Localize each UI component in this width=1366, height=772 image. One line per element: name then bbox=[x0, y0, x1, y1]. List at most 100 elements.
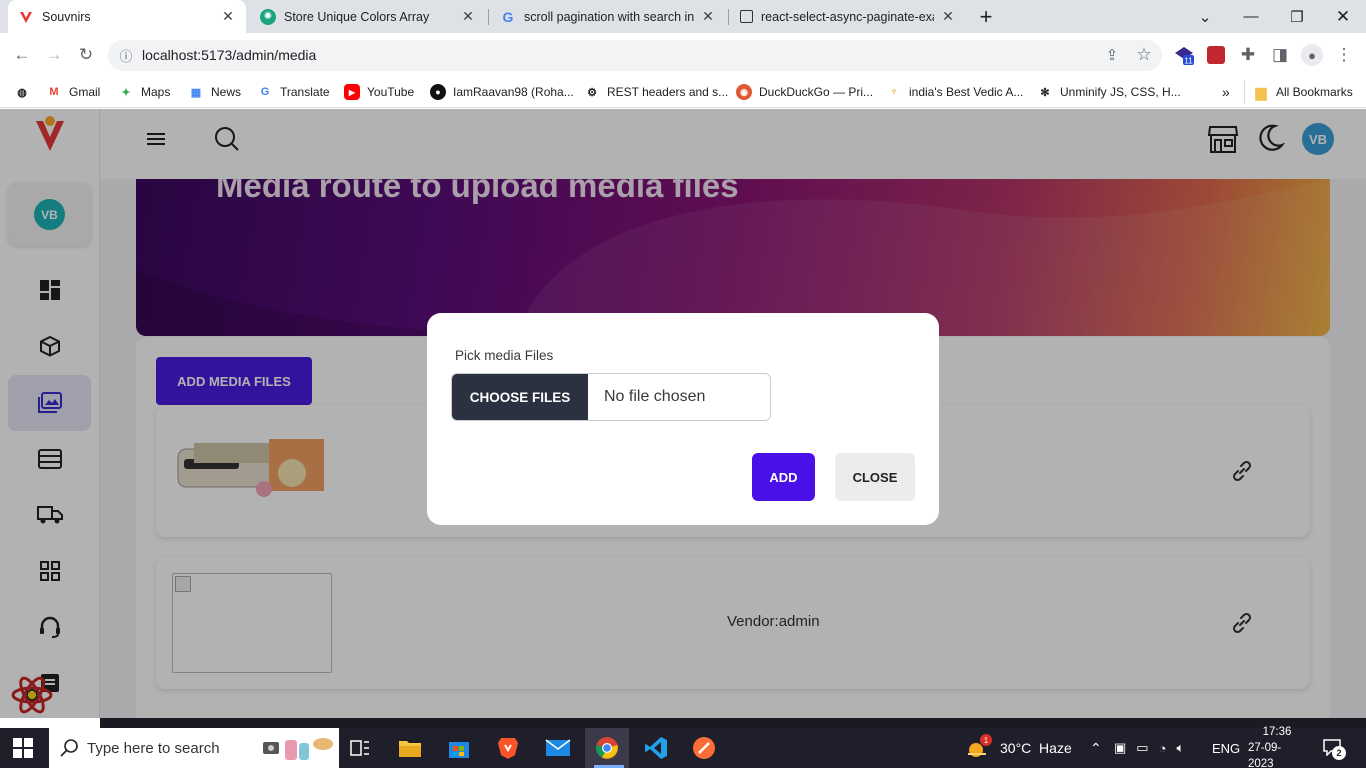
clock[interactable]: 17:36 27-09-2023 bbox=[1248, 726, 1306, 770]
bookmark-label: Maps bbox=[141, 85, 171, 99]
google-favicon-icon: G bbox=[502, 8, 514, 25]
bookmark-label: REST headers and s... bbox=[607, 85, 729, 99]
bookmark-unminify[interactable]: ✻ Unminify JS, CSS, H... bbox=[1037, 82, 1181, 102]
notification-icon: 2 bbox=[1322, 738, 1346, 760]
bookmark-label: YouTube bbox=[367, 85, 415, 99]
tab-souvnirs[interactable]: Souvnirs ✕ bbox=[8, 0, 246, 33]
bookmark-divider bbox=[1244, 80, 1245, 104]
bookmark-translate[interactable]: G Translate bbox=[257, 82, 330, 102]
souvnirs-favicon-icon bbox=[18, 9, 34, 25]
bookmark-label: All Bookmarks bbox=[1276, 85, 1353, 99]
minimize-icon[interactable]: — bbox=[1228, 0, 1274, 33]
clock-time: 17:36 bbox=[1262, 726, 1292, 738]
close-icon[interactable]: ✕ bbox=[940, 8, 956, 25]
chrome-icon[interactable] bbox=[587, 732, 627, 764]
back-icon[interactable]: ← bbox=[8, 41, 36, 69]
reload-icon[interactable]: ↻ bbox=[72, 41, 100, 69]
apps-shortcut[interactable]: ◍ bbox=[14, 82, 37, 102]
close-icon[interactable]: ✕ bbox=[220, 8, 236, 25]
duckduckgo-icon: ◉ bbox=[736, 84, 752, 100]
clock-date: 27-09-2023 bbox=[1248, 742, 1282, 770]
bookmark-youtube[interactable]: ▶ YouTube bbox=[344, 82, 414, 102]
site-info-icon[interactable]: ⓘ bbox=[112, 41, 140, 69]
bookmark-maps[interactable]: ✦ Maps bbox=[118, 82, 170, 102]
bookmark-rest[interactable]: ⚙ REST headers and s... bbox=[584, 82, 728, 102]
github-icon: ● bbox=[430, 84, 446, 100]
notification-count: 2 bbox=[1332, 746, 1346, 760]
taskbar-search-box[interactable]: Type here to search bbox=[49, 728, 339, 768]
tab-separator bbox=[728, 9, 729, 25]
page-favicon-icon bbox=[740, 10, 753, 23]
file-input[interactable]: CHOOSE FILES No file chosen bbox=[451, 373, 771, 421]
brave-browser-icon[interactable] bbox=[488, 732, 528, 764]
bookmark-label: Translate bbox=[280, 85, 330, 99]
task-view-icon[interactable] bbox=[340, 732, 380, 764]
bookmark-label: IamRaavan98 (Roha... bbox=[453, 85, 574, 99]
close-icon[interactable]: ✕ bbox=[460, 8, 476, 25]
tab-separator bbox=[488, 9, 489, 25]
windows-start-icon[interactable] bbox=[12, 737, 34, 764]
globe-icon: ◍ bbox=[17, 86, 27, 99]
weather-text: 30°C Haze bbox=[1000, 740, 1072, 756]
meet-now-icon: ▣ bbox=[1114, 740, 1127, 755]
forward-icon[interactable]: → bbox=[40, 41, 68, 69]
weather-sun-icon: 1 bbox=[966, 734, 992, 758]
mail-icon[interactable] bbox=[538, 732, 578, 764]
bookmark-github[interactable]: ● IamRaavan98 (Roha... bbox=[430, 82, 574, 102]
tab-search-icon[interactable]: ⌄ bbox=[1182, 0, 1228, 33]
extensions-puzzle-icon[interactable]: ✚ bbox=[1234, 41, 1262, 69]
close-icon[interactable]: ✕ bbox=[700, 8, 716, 25]
weather-widget[interactable]: 1 30°C Haze bbox=[966, 728, 1072, 768]
notifications-button[interactable]: 2 bbox=[1322, 728, 1346, 768]
choose-files-button[interactable]: CHOOSE FILES bbox=[452, 374, 588, 420]
bookmark-gmail[interactable]: M Gmail bbox=[46, 82, 100, 102]
system-tray-icons[interactable]: ▣ ▭ ◔ 🔈︎ bbox=[1114, 728, 1184, 768]
share-icon[interactable]: ⇪ bbox=[1098, 41, 1126, 69]
bookmark-label: Gmail bbox=[69, 85, 101, 99]
profile-icon[interactable]: ● bbox=[1298, 41, 1326, 69]
wifi-icon: ◔ bbox=[1158, 740, 1167, 756]
restore-icon[interactable]: ❐ bbox=[1274, 0, 1320, 33]
bookmark-duckduckgo[interactable]: ◉ DuckDuckGo — Pri... bbox=[736, 82, 873, 102]
window-close-icon[interactable]: ✕ bbox=[1320, 0, 1366, 33]
volume-icon: 🔈︎ bbox=[1176, 740, 1185, 755]
more-bookmarks-button[interactable]: » bbox=[1222, 82, 1230, 102]
bookmark-news[interactable]: ▦ News bbox=[188, 82, 241, 102]
bookmark-label: Unminify JS, CSS, H... bbox=[1060, 85, 1181, 99]
search-icon bbox=[59, 738, 79, 763]
bookmark-vedic[interactable]: ♆ india's Best Vedic A... bbox=[886, 82, 1023, 102]
search-placeholder: Type here to search bbox=[87, 739, 220, 757]
news-icon: ▦ bbox=[190, 86, 202, 99]
battery-icon: ▭ bbox=[1136, 740, 1149, 755]
file-explorer-icon[interactable] bbox=[390, 732, 430, 764]
vscode-icon[interactable] bbox=[636, 732, 676, 764]
rest-icon: ⚙ bbox=[587, 86, 597, 99]
tab-scroll-pagination[interactable]: G scroll pagination with search in r ✕ bbox=[490, 0, 726, 33]
show-hidden-icons[interactable]: ⌃ bbox=[1090, 728, 1102, 768]
upload-modal: Pick media Files CHOOSE FILES No file ch… bbox=[427, 313, 939, 525]
new-tab-button[interactable]: + bbox=[964, 0, 1008, 33]
bookmark-star-icon[interactable]: ☆ bbox=[1130, 41, 1158, 69]
tab-store-unique-colors[interactable]: ✺ Store Unique Colors Array ✕ bbox=[250, 0, 486, 33]
extension-icon[interactable]: 11 bbox=[1170, 41, 1198, 69]
bookmark-label: india's Best Vedic A... bbox=[909, 85, 1024, 99]
close-button[interactable]: CLOSE bbox=[835, 453, 915, 501]
side-panel-icon[interactable]: ◨ bbox=[1266, 41, 1294, 69]
weather-alert-badge: 1 bbox=[980, 734, 992, 746]
microsoft-store-icon[interactable] bbox=[439, 732, 479, 764]
red-extension-icon[interactable] bbox=[1202, 41, 1230, 69]
postman-icon[interactable] bbox=[684, 732, 724, 764]
all-bookmarks-folder[interactable]: ▆ All Bookmarks bbox=[1253, 82, 1353, 102]
add-button[interactable]: ADD bbox=[752, 453, 815, 501]
gmail-icon: M bbox=[49, 86, 59, 98]
folder-icon: ▆ bbox=[1255, 83, 1267, 100]
page-bottom-strip bbox=[100, 718, 1366, 728]
bookmark-label: DuckDuckGo — Pri... bbox=[759, 85, 874, 99]
language-indicator[interactable]: ENG bbox=[1212, 728, 1240, 768]
tab-react-select[interactable]: react-select-async-paginate-exa ✕ bbox=[730, 0, 966, 33]
search-highlight-icon bbox=[261, 734, 335, 767]
vedic-icon: ♆ bbox=[889, 86, 899, 98]
file-status-text: No file chosen bbox=[604, 388, 706, 405]
menu-kebab-icon[interactable]: ⋮ bbox=[1330, 41, 1358, 69]
bookmark-label: News bbox=[211, 85, 242, 99]
